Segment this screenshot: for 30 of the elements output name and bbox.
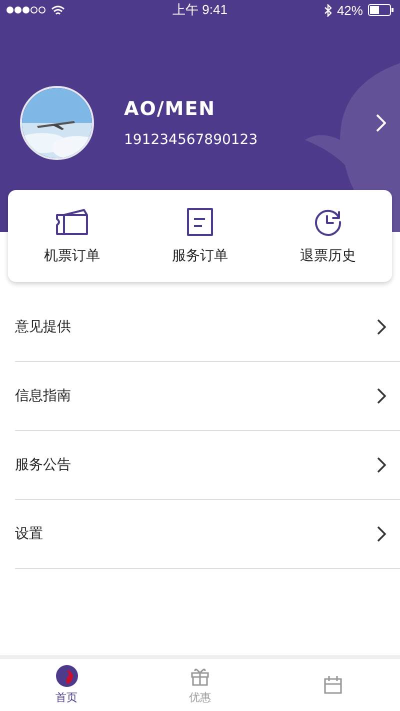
ticket-icon [54, 207, 90, 237]
chevron-right-icon [377, 388, 386, 404]
shortcut-button[interactable]: 机票订单 [8, 190, 136, 282]
chevron-right-icon[interactable] [376, 114, 386, 132]
shortcut-button[interactable]: 退票历史 [264, 190, 392, 282]
chevron-right-icon [377, 319, 386, 335]
menu-item[interactable]: 设置 [15, 500, 400, 569]
calendar-icon [322, 674, 344, 696]
bluetooth-icon [324, 4, 332, 16]
user-name: AO/MEN [124, 98, 217, 120]
battery-percent: 42% [336, 2, 363, 18]
logo-icon [56, 665, 78, 687]
menu-label: 信息指南 [15, 387, 71, 405]
tab-item[interactable]: 首页 [0, 659, 134, 711]
chevron-right-icon [377, 526, 386, 542]
member-number: 191234567890123 [124, 132, 259, 148]
signal-icon [6, 6, 46, 14]
status-time: 上午 9:41 [172, 1, 228, 19]
menu-label: 意见提供 [15, 318, 71, 336]
menu-item[interactable]: 意见提供 [15, 293, 400, 362]
chevron-right-icon [377, 457, 386, 473]
menu-label: 服务公告 [15, 456, 71, 474]
menu-item[interactable]: 信息指南 [15, 362, 400, 431]
document-icon [186, 207, 214, 237]
battery-icon [368, 4, 394, 16]
wifi-icon [51, 4, 65, 16]
menu-label: 设置 [15, 525, 43, 543]
history-icon [313, 207, 343, 237]
menu-item[interactable]: 服务公告 [15, 431, 400, 500]
shortcut-button[interactable]: 服务订单 [136, 190, 264, 282]
